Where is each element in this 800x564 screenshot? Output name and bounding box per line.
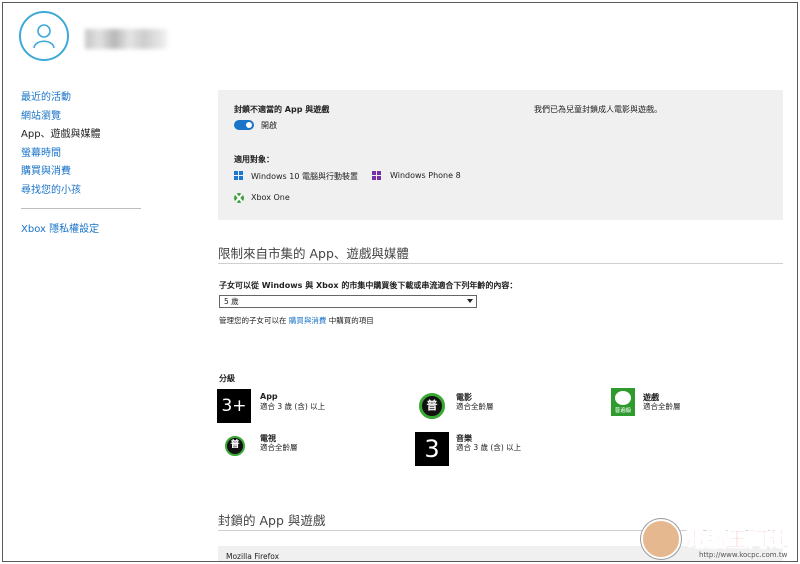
ratings-title: 分級 <box>219 374 235 383</box>
sidebar-item-purchase-spending[interactable]: 購買與消費 <box>21 163 145 182</box>
app-rating-icon: 3+ <box>217 389 251 423</box>
tv-rating-desc: 適合全齡層 <box>260 443 298 452</box>
block-notice: 我們已為兒童封鎖成人電影與遊戲。 <box>534 105 662 114</box>
toggle-label: 開啟 <box>261 121 277 130</box>
windows-phone-icon <box>372 171 382 181</box>
sidebar-item-recent-activity[interactable]: 最近的活動 <box>21 89 145 108</box>
block-settings-panel: 封鎖不適當的 App 與遊戲 開啟 我們已為兒童封鎖成人電影與遊戲。 適用對象：… <box>218 90 783 220</box>
app-rating-desc: 適合 3 歲 (含) 以上 <box>260 402 326 411</box>
manage-suffix: 中購買的項目 <box>328 316 374 325</box>
game-rating-caption: 普遍級 <box>614 408 632 414</box>
sidebar-item-xbox-privacy[interactable]: Xbox 隱私權設定 <box>21 221 145 240</box>
sidebar-item-apps-games-media[interactable]: App、遊戲與媒體 <box>21 126 145 145</box>
person-icon <box>33 24 55 49</box>
limit-divider <box>218 263 783 264</box>
movie-rating-desc: 適合全齡層 <box>456 402 494 411</box>
age-question: 子女可以從 Windows 與 Xbox 的市集中購買後下載或串流適合下列年齡的… <box>219 281 518 290</box>
game-rating-icon: 普遍級 <box>611 388 635 416</box>
device-winphone: Windows Phone 8 <box>390 171 461 180</box>
block-toggle[interactable] <box>234 120 254 130</box>
avatar[interactable] <box>19 11 69 61</box>
app-window: 最近的活動 網站瀏覽 App、遊戲與媒體 螢幕時間 購買與消費 尋找您的小孩 X… <box>2 2 798 562</box>
limit-heading: 限制來自市集的 App、遊戲與媒體 <box>218 246 409 261</box>
sidebar-nav: 最近的活動 網站瀏覽 App、遊戲與媒體 螢幕時間 購買與消費 尋找您的小孩 X… <box>21 89 145 240</box>
sidebar-item-screen-time[interactable]: 螢幕時間 <box>21 145 145 164</box>
mascot-face-icon <box>641 519 681 559</box>
windows-icon <box>234 171 244 181</box>
device-win10: Windows 10 電腦與行動裝置 <box>251 172 358 181</box>
movie-rating-icon: 普 <box>419 393 445 419</box>
device-xbox: Xbox One <box>251 193 290 202</box>
xbox-icon <box>234 193 244 203</box>
manage-purchases-note: 管理您的子女可以在 購買與消費 中購買的項目 <box>219 315 374 326</box>
applies-to-title: 適用對象： <box>234 155 274 164</box>
watermark-text: 電腦王阿達 <box>685 527 790 552</box>
tv-rating-icon: 普 <box>225 436 245 456</box>
blocked-app-name: Mozilla Firefox <box>226 552 280 561</box>
chevron-down-icon <box>467 299 473 303</box>
game-rating-desc: 適合全齡層 <box>643 402 681 411</box>
age-select-value: 5 歲 <box>224 297 239 306</box>
watermark-url: http://www.kocpc.com.tw <box>699 551 788 559</box>
sidebar-divider <box>21 208 141 209</box>
manage-prefix: 管理您的子女可以在 <box>219 316 287 325</box>
blocked-heading: 封鎖的 App 與遊戲 <box>218 513 326 528</box>
watermark-logo: 電腦王阿達 http://www.kocpc.com.tw <box>639 519 797 561</box>
sidebar-item-find-child[interactable]: 尋找您的小孩 <box>21 182 145 201</box>
age-select[interactable]: 5 歲 <box>219 295 477 308</box>
music-rating-desc: 適合 3 歲 (含) 以上 <box>456 443 522 452</box>
sidebar-item-web-browsing[interactable]: 網站瀏覽 <box>21 108 145 127</box>
purchase-spending-link[interactable]: 購買與消費 <box>289 316 327 325</box>
user-name-blurred <box>85 29 167 49</box>
game-rating-mark <box>615 391 631 405</box>
app-rating-name: App <box>260 392 278 401</box>
block-title: 封鎖不適當的 App 與遊戲 <box>234 105 330 114</box>
music-rating-icon: 3 <box>415 432 449 466</box>
